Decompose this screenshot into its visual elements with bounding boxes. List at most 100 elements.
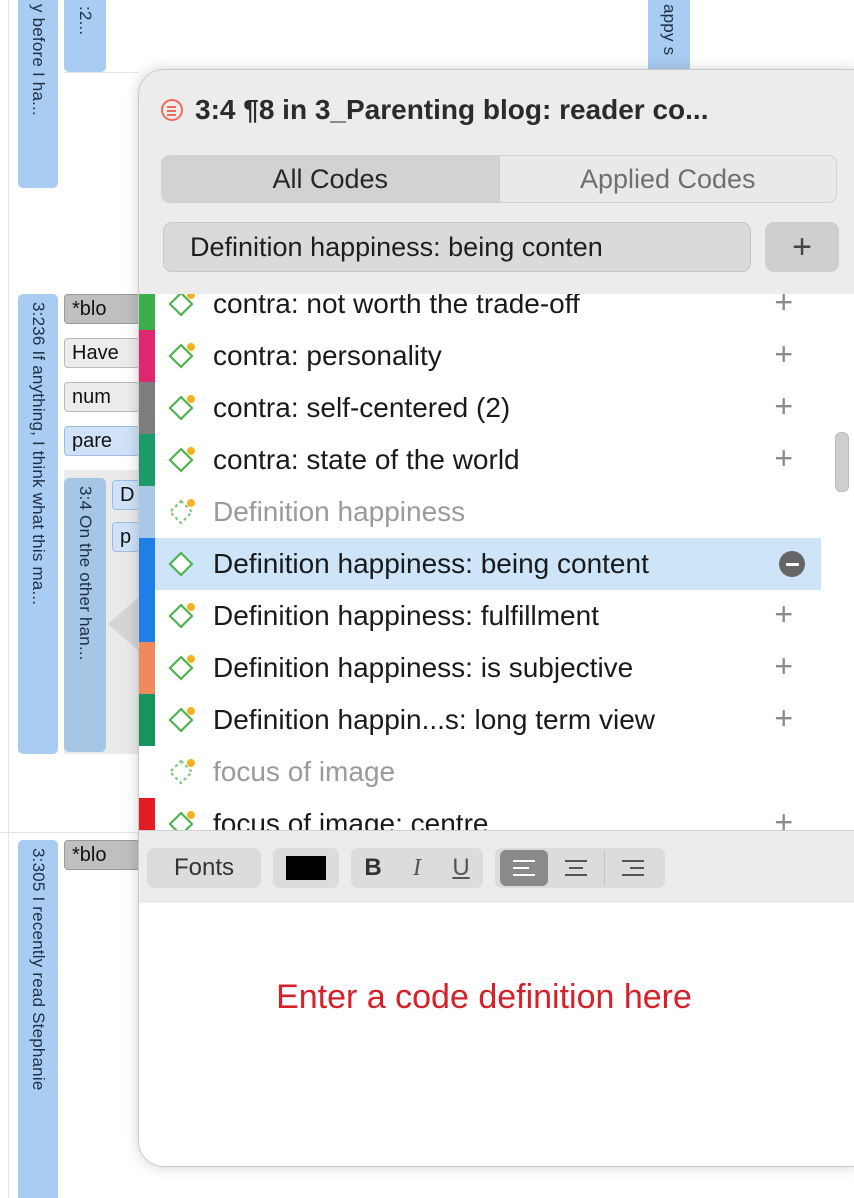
code-tag[interactable]: p bbox=[112, 522, 140, 552]
align-left-icon bbox=[512, 860, 535, 876]
quotation-icon bbox=[161, 99, 183, 121]
code-label: Definition happiness: being content bbox=[213, 548, 649, 579]
code-label: Definition happiness: fulfillment bbox=[213, 600, 599, 631]
align-right-button[interactable] bbox=[603, 850, 661, 886]
popover-arrow bbox=[108, 598, 138, 650]
code-label: contra: self-centered (2) bbox=[213, 392, 511, 423]
quotation-bar-label: :2... bbox=[76, 6, 95, 36]
popover-title: 3:4 ¶8 in 3_Parenting blog: reader co... bbox=[195, 94, 709, 125]
apply-code-button[interactable]: + bbox=[774, 390, 793, 422]
remove-code-button[interactable] bbox=[779, 551, 805, 577]
code-list-item[interactable]: Definition happiness: fulfillment + bbox=[155, 590, 821, 642]
code-icon bbox=[167, 653, 197, 683]
code-name-field[interactable]: Definition happiness: being conten bbox=[163, 222, 751, 272]
code-list-item[interactable]: contra: personality + bbox=[155, 330, 821, 382]
align-left-button[interactable] bbox=[499, 850, 548, 886]
apply-code-button[interactable]: + bbox=[774, 702, 793, 734]
code-color-stripe bbox=[139, 294, 155, 330]
apply-code-button[interactable]: + bbox=[774, 598, 793, 630]
text-color-swatch bbox=[286, 856, 326, 880]
code-color-stripe bbox=[139, 694, 155, 746]
code-label: contra: personality bbox=[213, 340, 442, 371]
code-tag[interactable]: D bbox=[112, 480, 140, 510]
code-tag[interactable]: *blo bbox=[64, 294, 140, 324]
doc-row-line bbox=[64, 72, 139, 73]
apply-code-button[interactable]: + bbox=[774, 294, 793, 318]
code-tag[interactable]: pare bbox=[64, 426, 140, 456]
code-popover: 3:4 ¶8 in 3_Parenting blog: reader co...… bbox=[138, 69, 854, 1167]
format-toolbar: Fonts B I U bbox=[139, 830, 854, 904]
code-icon bbox=[167, 601, 197, 631]
code-group-icon bbox=[167, 757, 197, 787]
code-label: contra: not worth the trade-off bbox=[213, 294, 580, 319]
code-color-stripe bbox=[139, 538, 155, 590]
code-icon bbox=[167, 393, 197, 423]
code-icon bbox=[167, 549, 197, 579]
popover-header: 3:4 ¶8 in 3_Parenting blog: reader co...… bbox=[139, 70, 854, 295]
code-list-item[interactable]: contra: state of the world + bbox=[155, 434, 821, 486]
doc-row-line bbox=[0, 832, 138, 833]
quotation-bar[interactable]: 3:236 If anything, I think what this ma.… bbox=[18, 294, 58, 754]
code-icon bbox=[167, 445, 197, 475]
align-center-icon bbox=[564, 860, 587, 876]
tab-applied-codes[interactable]: Applied Codes bbox=[498, 156, 836, 202]
quotation-bar-label: appy s bbox=[660, 4, 679, 56]
code-definition-editor[interactable]: Enter a code definition here bbox=[139, 903, 854, 1166]
quotation-bar-label: 3:236 If anything, I think what this ma.… bbox=[29, 302, 48, 606]
align-center-button[interactable] bbox=[548, 850, 604, 886]
quotation-bar[interactable]: 3:4 On the other han... bbox=[64, 478, 106, 752]
quotation-bar[interactable]: y before I ha... bbox=[18, 0, 58, 188]
code-tag[interactable]: *blo bbox=[64, 840, 140, 870]
style-button-group: B I U bbox=[351, 848, 483, 888]
code-group-icon bbox=[167, 497, 197, 527]
code-list-item[interactable]: contra: self-centered (2) + bbox=[155, 382, 821, 434]
text-color-button[interactable] bbox=[273, 848, 339, 888]
apply-code-button[interactable]: + bbox=[774, 806, 793, 830]
code-label: Definition happin...s: long term view bbox=[213, 704, 655, 735]
code-color-stripe bbox=[139, 590, 155, 642]
quotation-bar[interactable]: :2... bbox=[64, 0, 106, 72]
code-icon bbox=[167, 341, 197, 371]
code-label: focus of image bbox=[213, 756, 396, 787]
code-tag[interactable]: Have bbox=[64, 338, 140, 368]
code-color-stripe bbox=[139, 434, 155, 486]
code-icon bbox=[167, 705, 197, 735]
align-button-group bbox=[495, 848, 665, 888]
code-color-stripe bbox=[139, 486, 155, 538]
code-list-item[interactable]: contra: not worth the trade-off + bbox=[155, 294, 821, 330]
quotation-bar-label: 3:4 On the other han... bbox=[76, 486, 95, 661]
code-label: Definition happiness: is subjective bbox=[213, 652, 634, 683]
code-color-stripe bbox=[139, 642, 155, 694]
minus-icon bbox=[785, 562, 799, 566]
underline-button[interactable]: U bbox=[439, 854, 483, 882]
italic-button[interactable]: I bbox=[395, 855, 439, 882]
add-code-button[interactable]: + bbox=[765, 222, 839, 272]
apply-code-button[interactable]: + bbox=[774, 338, 793, 370]
align-right-icon bbox=[621, 860, 644, 876]
bold-button[interactable]: B bbox=[351, 854, 395, 882]
apply-code-button[interactable]: + bbox=[774, 650, 793, 682]
code-list: contra: not worth the trade-off + contra: … bbox=[139, 294, 854, 830]
code-tag[interactable]: num bbox=[64, 382, 140, 412]
apply-code-button[interactable]: + bbox=[774, 442, 793, 474]
code-list-item[interactable]: Definition happiness bbox=[155, 486, 821, 538]
code-icon bbox=[167, 809, 197, 830]
quotation-bar[interactable]: appy s bbox=[648, 0, 690, 70]
popover-title-row: 3:4 ¶8 in 3_Parenting blog: reader co... bbox=[161, 88, 709, 132]
quotation-bar-label: y before I ha... bbox=[29, 4, 48, 116]
code-list-item[interactable]: Definition happiness: being content bbox=[155, 538, 821, 590]
quotation-bar[interactable]: 3:305 I recently read Stephanie bbox=[18, 840, 58, 1198]
tab-all-codes[interactable]: All Codes bbox=[162, 156, 499, 202]
code-definition-placeholder: Enter a code definition here bbox=[276, 978, 692, 1016]
code-color-stripe bbox=[139, 382, 155, 434]
code-label: focus of image: centre bbox=[213, 808, 489, 830]
code-list-item[interactable]: Definition happiness: is subjective + bbox=[155, 642, 821, 694]
code-list-item[interactable]: Definition happin...s: long term view + bbox=[155, 694, 821, 746]
code-list-scrollbar[interactable] bbox=[835, 432, 849, 492]
code-color-stripe bbox=[139, 330, 155, 382]
code-list-item[interactable]: focus of image: centre + bbox=[155, 798, 821, 830]
code-icon bbox=[167, 294, 197, 319]
code-color-stripe bbox=[139, 798, 155, 830]
fonts-button[interactable]: Fonts bbox=[147, 848, 261, 888]
code-list-item[interactable]: focus of image bbox=[155, 746, 821, 798]
